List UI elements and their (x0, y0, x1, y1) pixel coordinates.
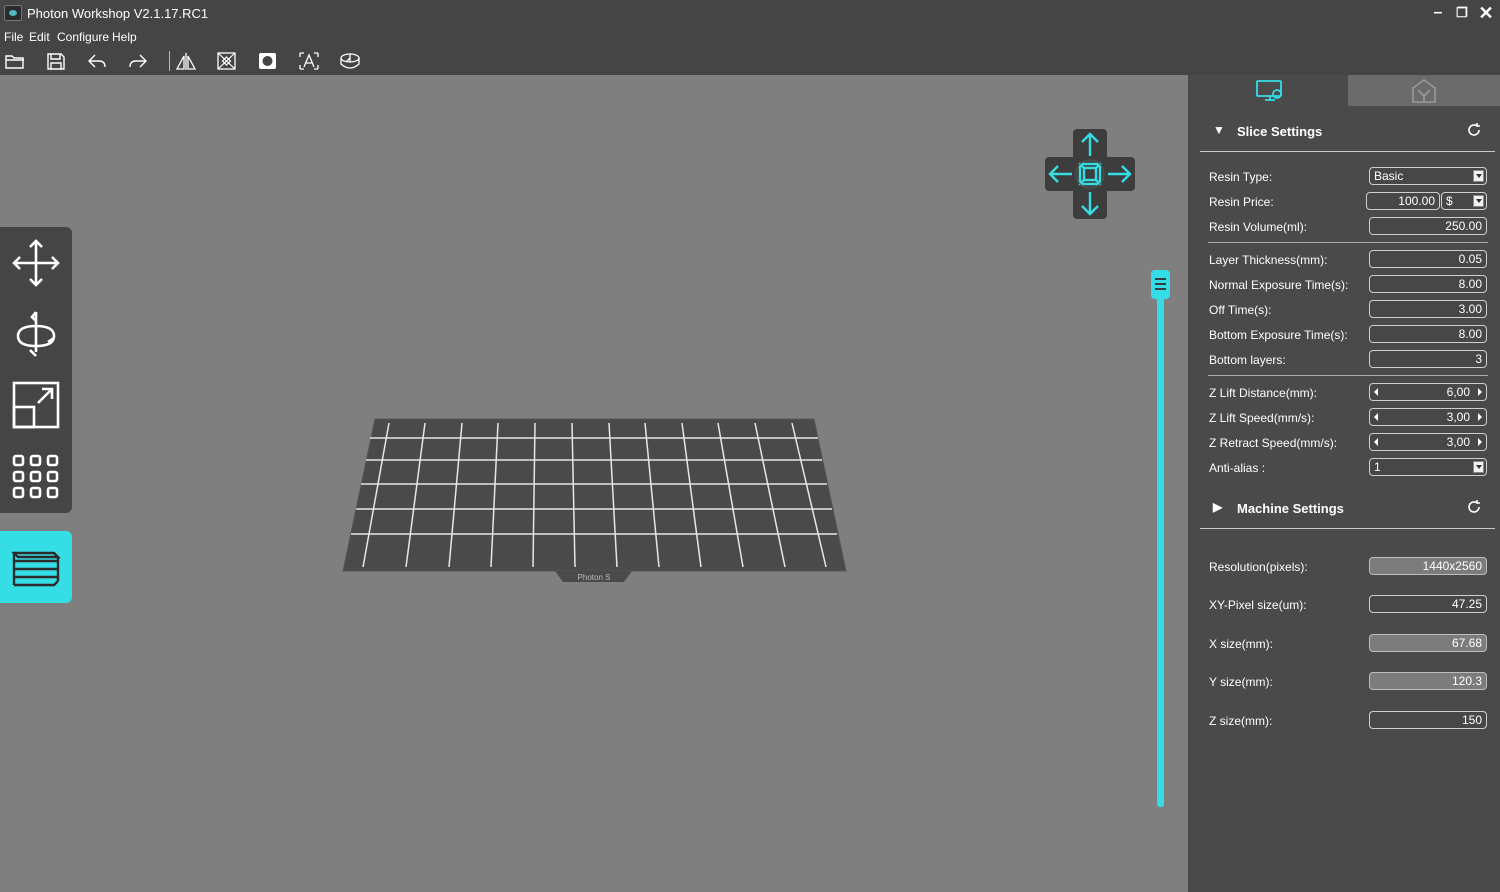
bottom-exposure-input[interactable]: 8.00 (1369, 325, 1487, 343)
resin-price-row: Resin Price: 100.00 $ (1208, 192, 1488, 212)
hollow-icon[interactable] (216, 51, 238, 71)
decrement-arrow-icon[interactable] (1374, 413, 1378, 421)
text-icon[interactable] (298, 51, 320, 71)
scale-icon[interactable] (8, 377, 64, 433)
close-button[interactable]: ✕ (1475, 3, 1497, 23)
layer-thickness-row: Layer Thickness(mm): 0.05 (1208, 250, 1488, 270)
y-size-field: 120.3 (1369, 672, 1487, 690)
z-size-row: Z size(mm): 150 (1208, 711, 1488, 731)
decrement-arrow-icon[interactable] (1374, 438, 1378, 446)
resin-type-row: Resin Type: Basic (1208, 167, 1488, 187)
settings-panel: ▼ Slice Settings Resin Type: Basic Resin… (1188, 75, 1500, 892)
menu-edit[interactable]: Edit (29, 30, 50, 44)
z-lift-speed-row: Z Lift Speed(mm/s): 3,00 (1208, 408, 1488, 428)
slice-icon[interactable] (339, 51, 361, 71)
machine-settings-title: Machine Settings (1237, 501, 1344, 516)
resolution-row: Resolution(pixels): 1440x2560 (1208, 557, 1488, 577)
resin-volume-row: Resin Volume(ml): 250.00 (1208, 217, 1488, 237)
z-retract-speed-spinbox[interactable]: 3,00 (1369, 433, 1487, 451)
chevron-down-icon[interactable] (1473, 170, 1484, 182)
divider (1200, 528, 1495, 529)
machine-tab[interactable] (1348, 75, 1500, 106)
chevron-down-icon[interactable] (1473, 195, 1484, 207)
y-size-row: Y size(mm): 120.3 (1208, 672, 1488, 692)
menu-bar: File Edit Configure Help (0, 27, 1500, 46)
collapse-triangle-icon[interactable]: ▼ (1213, 123, 1225, 137)
increment-arrow-icon[interactable] (1478, 413, 1482, 421)
normal-exposure-row: Normal Exposure Time(s): 8.00 (1208, 275, 1488, 295)
bottom-exposure-row: Bottom Exposure Time(s): 8.00 (1208, 325, 1488, 345)
layer-slider-track[interactable] (1157, 285, 1164, 807)
bottom-layers-row: Bottom layers: 3 (1208, 350, 1488, 370)
mirror-icon[interactable] (175, 51, 197, 71)
increment-arrow-icon[interactable] (1478, 438, 1482, 446)
resin-volume-input[interactable]: 250.00 (1369, 217, 1487, 235)
menu-help[interactable]: Help (112, 30, 137, 44)
reset-icon[interactable] (1466, 499, 1482, 515)
app-window: Photon Workshop V2.1.17.RC1 – ❐ ✕ File E… (0, 0, 1500, 892)
rotate-icon[interactable] (8, 306, 64, 362)
z-lift-distance-spinbox[interactable]: 6,00 (1369, 383, 1487, 401)
resin-type-select[interactable]: Basic (1369, 167, 1487, 185)
restore-button[interactable]: ❐ (1451, 3, 1473, 23)
x-size-row: X size(mm): 67.68 (1208, 634, 1488, 654)
layers-icon[interactable] (0, 531, 72, 603)
undo-icon[interactable] (86, 51, 108, 71)
reset-icon[interactable] (1466, 122, 1482, 138)
toolbar (0, 46, 1500, 75)
expand-triangle-icon[interactable]: ▶ (1213, 500, 1222, 514)
save-icon[interactable] (45, 51, 67, 71)
redo-icon[interactable] (127, 51, 149, 71)
off-time-input[interactable]: 3.00 (1369, 300, 1487, 318)
platform-label: Photon S (578, 573, 611, 582)
toolbar-divider (169, 51, 170, 71)
divider (1208, 375, 1488, 376)
xy-pixel-size-row: XY-Pixel size(um): 47.25 (1208, 595, 1488, 615)
printer-icon (1412, 79, 1436, 103)
minimize-button[interactable]: – (1427, 3, 1449, 23)
build-plate-grid: Photon S (342, 418, 847, 582)
divider (1208, 242, 1488, 243)
anti-alias-select[interactable]: 1 (1369, 458, 1487, 476)
off-time-row: Off Time(s): 3.00 (1208, 300, 1488, 320)
layer-slider-handle[interactable] (1151, 270, 1170, 299)
increment-arrow-icon[interactable] (1478, 388, 1482, 396)
z-size-input[interactable]: 150 (1369, 711, 1487, 729)
z-lift-speed-spinbox[interactable]: 3,00 (1369, 408, 1487, 426)
z-lift-distance-row: Z Lift Distance(mm): 6,00 (1208, 383, 1488, 403)
machine-settings-header[interactable]: ▶ Machine Settings (1200, 495, 1495, 521)
currency-select[interactable]: $ (1441, 192, 1487, 210)
resin-price-input[interactable]: 100.00 (1366, 192, 1440, 210)
divider (1200, 151, 1495, 152)
3d-viewport[interactable]: Photon S (0, 75, 1188, 892)
chevron-down-icon[interactable] (1473, 461, 1484, 473)
resolution-field: 1440x2560 (1369, 557, 1487, 575)
transform-toolbar (0, 227, 72, 513)
monitor-gear-icon (1256, 80, 1282, 101)
x-size-field: 67.68 (1369, 634, 1487, 652)
slice-settings-header[interactable]: ▼ Slice Settings (1200, 118, 1495, 144)
slice-settings-title: Slice Settings (1237, 124, 1323, 139)
open-folder-icon[interactable] (4, 51, 26, 71)
window-title: Photon Workshop V2.1.17.RC1 (27, 6, 209, 21)
app-logo-icon (4, 5, 22, 21)
move-icon[interactable] (8, 235, 64, 291)
normal-exposure-input[interactable]: 8.00 (1369, 275, 1487, 293)
bottom-layers-input[interactable]: 3 (1369, 350, 1487, 368)
decrement-arrow-icon[interactable] (1374, 388, 1378, 396)
layer-thickness-input[interactable]: 0.05 (1369, 250, 1487, 268)
build-platform: Photon S (340, 415, 850, 590)
view-navigation-pad[interactable] (1041, 125, 1139, 223)
title-bar: Photon Workshop V2.1.17.RC1 – ❐ ✕ (0, 0, 1500, 27)
arrange-icon[interactable] (8, 448, 64, 504)
menu-configure[interactable]: Configure (57, 30, 109, 44)
punch-hole-icon[interactable] (257, 51, 279, 71)
slice-settings-tab[interactable] (1188, 75, 1348, 106)
z-retract-speed-row: Z Retract Speed(mm/s): 3,00 (1208, 433, 1488, 453)
menu-file[interactable]: File (4, 30, 23, 44)
anti-alias-row: Anti-alias : 1 (1208, 458, 1488, 478)
xy-pixel-size-input[interactable]: 47.25 (1369, 595, 1487, 613)
